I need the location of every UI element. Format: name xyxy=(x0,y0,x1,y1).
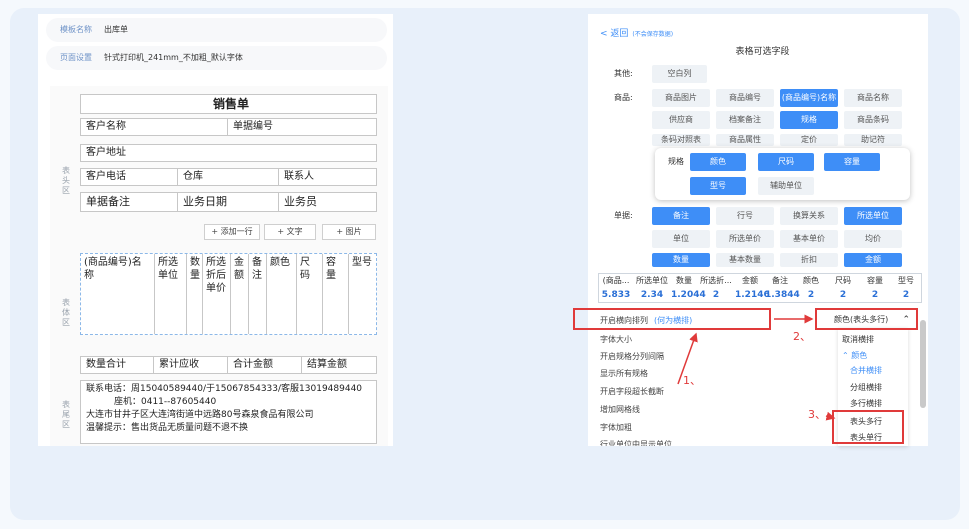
arrow-1 xyxy=(677,332,698,385)
annotation-arrows xyxy=(677,314,836,421)
arrow-3 xyxy=(825,411,836,421)
